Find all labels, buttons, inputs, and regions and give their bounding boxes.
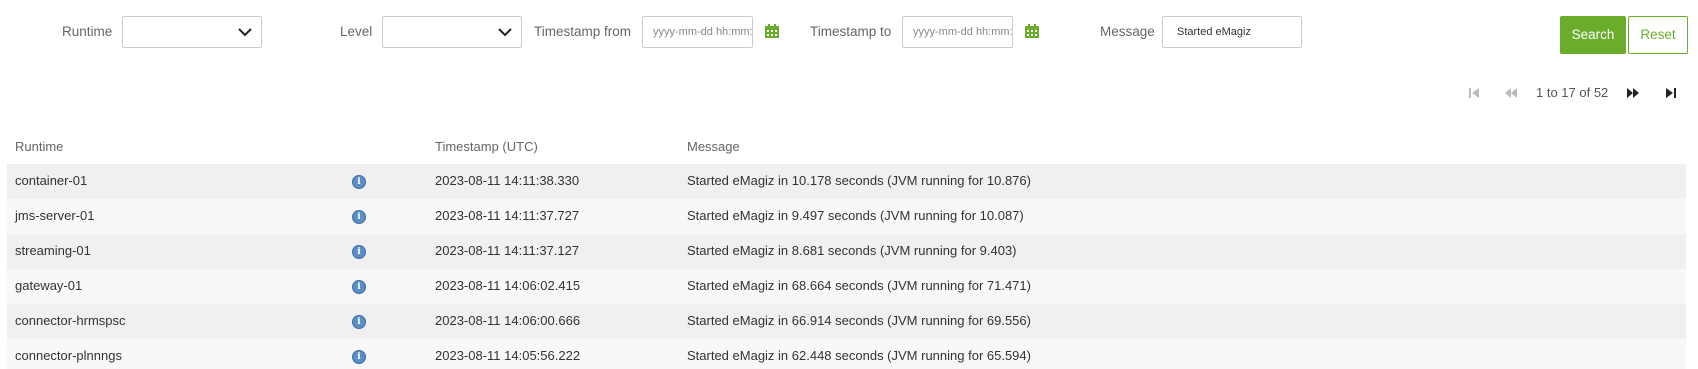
row-runtime: connector-plnnngs: [15, 348, 122, 363]
row-timestamp: 2023-08-11 14:11:38.330: [435, 173, 580, 188]
row-timestamp: 2023-08-11 14:05:56.222: [435, 348, 581, 363]
info-icon[interactable]: i: [352, 245, 366, 259]
row-message: Started eMagiz in 68.664 seconds (JVM ru…: [687, 278, 1031, 293]
table-row[interactable]: connector-plnnngs i 2023-08-11 14:05:56.…: [7, 339, 1686, 369]
next-page-icon[interactable]: [1626, 86, 1640, 100]
table-row[interactable]: streaming-01 i 2023-08-11 14:11:37.127 S…: [7, 234, 1686, 269]
message-label: Message: [1100, 24, 1155, 39]
message-input[interactable]: Started eMagiz: [1162, 16, 1302, 48]
level-select[interactable]: [382, 16, 522, 48]
row-timestamp: 2023-08-11 14:11:37.127: [435, 243, 580, 258]
row-message: Started eMagiz in 8.681 seconds (JVM run…: [687, 243, 1017, 258]
row-message: Started eMagiz in 66.914 seconds (JVM ru…: [687, 313, 1031, 328]
row-runtime: container-01: [15, 173, 88, 188]
row-message: Started eMagiz in 10.178 seconds (JVM ru…: [687, 173, 1031, 188]
runtime-label: Runtime: [62, 24, 113, 39]
timestamp-to-label: Timestamp to: [810, 24, 892, 39]
info-icon[interactable]: i: [352, 175, 366, 189]
row-message: Started eMagiz in 62.448 seconds (JVM ru…: [687, 348, 1031, 363]
info-icon[interactable]: i: [352, 280, 366, 294]
timestamp-to-input[interactable]: yyyy-mm-dd hh:mm:ss: [902, 16, 1013, 48]
info-icon[interactable]: i: [352, 350, 366, 364]
timestamp-from-label: Timestamp from: [534, 24, 632, 39]
column-header-timestamp[interactable]: Timestamp (UTC): [435, 139, 538, 154]
column-header-message[interactable]: Message: [687, 139, 740, 154]
row-timestamp: 2023-08-11 14:06:02.415: [435, 278, 581, 293]
table-row[interactable]: gateway-01 i 2023-08-11 14:06:02.415 Sta…: [7, 269, 1686, 304]
reset-button[interactable]: Reset: [1628, 16, 1688, 54]
row-runtime: connector-hrmspsc: [15, 313, 126, 328]
row-runtime: gateway-01: [15, 278, 83, 293]
runtime-select[interactable]: [122, 16, 262, 48]
table-header: Runtime Timestamp (UTC) Message: [7, 134, 1686, 165]
previous-page-icon[interactable]: [1504, 86, 1518, 100]
column-header-runtime[interactable]: Runtime: [15, 139, 63, 154]
info-icon[interactable]: i: [352, 315, 366, 329]
last-page-icon[interactable]: [1664, 86, 1678, 100]
calendar-icon[interactable]: [1025, 24, 1039, 38]
table-row[interactable]: container-01 i 2023-08-11 14:11:38.330 S…: [7, 164, 1686, 199]
row-timestamp: 2023-08-11 14:06:00.666: [435, 313, 581, 328]
search-button[interactable]: Search: [1560, 16, 1626, 54]
chevron-down-icon: [498, 28, 512, 37]
pager-status: 1 to 17 of 52: [1536, 85, 1609, 100]
table-row[interactable]: connector-hrmspsc i 2023-08-11 14:06:00.…: [7, 304, 1686, 339]
row-runtime: streaming-01: [15, 243, 91, 258]
row-message: Started eMagiz in 9.497 seconds (JVM run…: [687, 208, 1024, 223]
timestamp-from-input[interactable]: yyyy-mm-dd hh:mm:ss: [642, 16, 753, 48]
row-runtime: jms-server-01: [15, 208, 95, 223]
chevron-down-icon: [238, 28, 252, 37]
first-page-icon[interactable]: [1467, 86, 1481, 100]
row-timestamp: 2023-08-11 14:11:37.727: [435, 208, 580, 223]
calendar-icon[interactable]: [765, 24, 779, 38]
info-icon[interactable]: i: [352, 210, 366, 224]
level-label: Level: [340, 24, 373, 39]
table-row[interactable]: jms-server-01 i 2023-08-11 14:11:37.727 …: [7, 199, 1686, 234]
